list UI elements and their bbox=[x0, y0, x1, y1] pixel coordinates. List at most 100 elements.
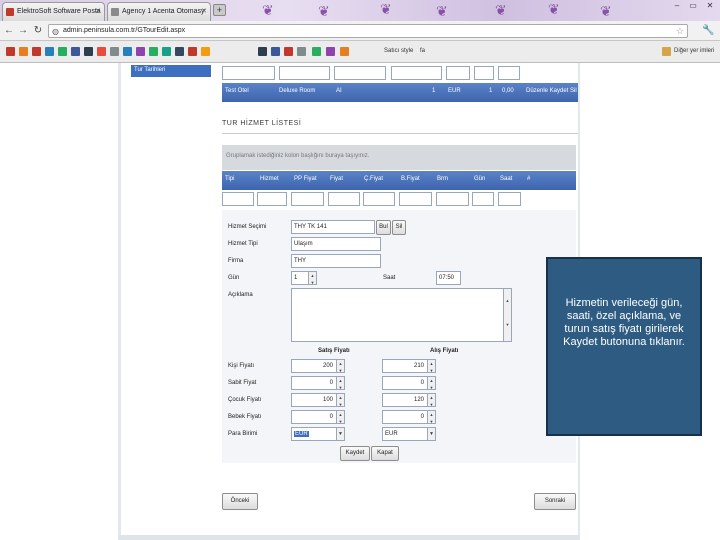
baby-sale-stepper[interactable]: 0 ▲ ▼ bbox=[291, 410, 345, 424]
bookmark-icon[interactable] bbox=[175, 47, 184, 56]
bookmark-icon[interactable] bbox=[6, 47, 15, 56]
bookmark-icon[interactable] bbox=[162, 47, 171, 56]
person-purchase-stepper[interactable]: 210 ▲ ▼ bbox=[382, 359, 436, 373]
group-panel[interactable]: Gruplamak istediğiniz kolon başlığını bu… bbox=[222, 145, 576, 170]
sidebar-link-tour-dates[interactable]: Tur Tarihleri bbox=[131, 65, 211, 77]
company-input[interactable]: THY bbox=[291, 254, 381, 268]
filter-input[interactable] bbox=[391, 66, 442, 80]
filter-input[interactable] bbox=[498, 66, 520, 80]
table-row[interactable]: Test Otel Deluxe Room AI 1 EUR 1 0,00 Dü… bbox=[222, 83, 578, 102]
bookmark-icon[interactable] bbox=[71, 47, 80, 56]
filter-input[interactable] bbox=[222, 66, 275, 80]
col-price[interactable]: Fiyat bbox=[330, 176, 343, 182]
bookmark-icon[interactable] bbox=[188, 47, 197, 56]
filter-input[interactable] bbox=[257, 192, 287, 206]
bookmark-icon[interactable] bbox=[32, 47, 41, 56]
service-type-input[interactable]: Ulaşım bbox=[291, 237, 381, 251]
close-window-icon[interactable]: ✕ bbox=[703, 1, 717, 12]
bookmark-icon[interactable] bbox=[297, 47, 306, 56]
fixed-purchase-stepper[interactable]: 0 ▲ ▼ bbox=[382, 376, 436, 390]
spinner-icon[interactable]: ▲ ▼ bbox=[427, 394, 435, 406]
time-input[interactable]: 07:50 bbox=[436, 271, 461, 285]
reload-icon[interactable]: ↻ bbox=[32, 25, 44, 37]
col-pp-price[interactable]: PP Fiyat bbox=[294, 176, 317, 182]
bookmark-icon[interactable] bbox=[340, 47, 349, 56]
bookmark-icon[interactable] bbox=[312, 47, 321, 56]
spinner-icon[interactable]: ▲ ▼ bbox=[336, 360, 344, 372]
cell-actions[interactable]: Düzenle Kaydet Sil bbox=[526, 88, 577, 94]
spinner-icon[interactable]: ▲ ▼ bbox=[427, 377, 435, 389]
close-button[interactable]: Kapat bbox=[371, 446, 399, 461]
chevron-down-icon[interactable]: ▼ bbox=[427, 428, 435, 440]
col-unit[interactable]: Brm bbox=[437, 176, 448, 182]
filter-input[interactable] bbox=[436, 192, 469, 206]
bookmark-icon[interactable] bbox=[58, 47, 67, 56]
bookmark-icon[interactable] bbox=[19, 47, 28, 56]
minimize-icon[interactable]: – bbox=[670, 1, 684, 12]
filter-input[interactable] bbox=[474, 66, 494, 80]
filter-input[interactable] bbox=[472, 192, 494, 206]
tab-email[interactable]: ElektroSoft Software Posta ✕ bbox=[2, 2, 105, 21]
bookmark-icon[interactable] bbox=[45, 47, 54, 56]
filter-input[interactable] bbox=[399, 192, 432, 206]
spinner-icon[interactable]: ▲ ▼ bbox=[336, 411, 344, 423]
filter-input[interactable] bbox=[222, 192, 254, 206]
col-time[interactable]: Saat bbox=[500, 176, 512, 182]
spinner-icon[interactable]: ▲ ▼ bbox=[427, 411, 435, 423]
other-bookmarks[interactable]: Diğer yer imleri bbox=[674, 48, 714, 54]
find-button[interactable]: Bul bbox=[376, 220, 391, 235]
bookmark-icon[interactable] bbox=[84, 47, 93, 56]
bookmark-label[interactable]: fa bbox=[420, 48, 425, 54]
filter-input[interactable] bbox=[291, 192, 324, 206]
delete-button[interactable]: Sil bbox=[392, 220, 406, 235]
spinner-icon[interactable]: ▲ ▼ bbox=[336, 377, 344, 389]
col-type[interactable]: Tipi bbox=[225, 176, 234, 182]
bookmark-label[interactable]: Satıcı style bbox=[384, 48, 413, 54]
bookmark-icon[interactable] bbox=[201, 47, 210, 56]
bookmark-icon[interactable] bbox=[284, 47, 293, 56]
baby-purchase-stepper[interactable]: 0 ▲ ▼ bbox=[382, 410, 436, 424]
previous-button[interactable]: Önceki bbox=[222, 493, 258, 510]
spinner-icon[interactable]: ▲ ▼ bbox=[336, 394, 344, 406]
bookmark-icon[interactable] bbox=[326, 47, 335, 56]
bookmark-icon[interactable] bbox=[136, 47, 145, 56]
forward-arrow-icon[interactable]: → bbox=[17, 25, 29, 37]
bookmark-icon[interactable] bbox=[258, 47, 267, 56]
bookmark-icon[interactable] bbox=[110, 47, 119, 56]
service-select-input[interactable]: THY TK 141 bbox=[291, 220, 375, 234]
star-icon[interactable]: ☆ bbox=[676, 26, 684, 37]
currency-purchase-select[interactable]: EUR ▼ bbox=[382, 427, 436, 441]
back-arrow-icon[interactable]: ← bbox=[3, 25, 15, 37]
spinner-icon[interactable]: ▲ ▼ bbox=[427, 360, 435, 372]
close-icon[interactable]: ✕ bbox=[95, 7, 101, 15]
filter-input[interactable] bbox=[446, 66, 470, 80]
day-stepper[interactable]: 1 ▲ ▼ bbox=[291, 271, 317, 285]
child-purchase-stepper[interactable]: 120 ▲ ▼ bbox=[382, 393, 436, 407]
bookmark-icon[interactable] bbox=[271, 47, 280, 56]
save-button[interactable]: Kaydet bbox=[340, 446, 370, 461]
bookmark-icon[interactable] bbox=[149, 47, 158, 56]
child-sale-stepper[interactable]: 100 ▲ ▼ bbox=[291, 393, 345, 407]
filter-input[interactable] bbox=[363, 192, 395, 206]
filter-input[interactable] bbox=[279, 66, 330, 80]
bookmark-icon[interactable] bbox=[97, 47, 106, 56]
scrollbar[interactable]: ▲ ▼ bbox=[503, 289, 511, 341]
wrench-icon[interactable]: 🔧 bbox=[702, 25, 714, 36]
filter-input[interactable] bbox=[498, 192, 521, 206]
col-day[interactable]: Gün bbox=[474, 176, 485, 182]
spinner-icon[interactable]: ▲ ▼ bbox=[308, 272, 316, 284]
next-button[interactable]: Sonraki bbox=[534, 493, 576, 510]
col-child-price[interactable]: Ç.Fiyat bbox=[364, 176, 383, 182]
person-sale-stepper[interactable]: 200 ▲ ▼ bbox=[291, 359, 345, 373]
currency-sale-select[interactable]: EUR ▼ bbox=[291, 427, 345, 441]
chevron-down-icon[interactable]: ▼ bbox=[336, 428, 344, 440]
tab-agency[interactable]: Agency 1 Acenta Otomasy ✕ bbox=[107, 2, 211, 21]
filter-input[interactable] bbox=[334, 66, 386, 80]
bookmark-icon[interactable] bbox=[123, 47, 132, 56]
col-service[interactable]: Hizmet bbox=[260, 176, 279, 182]
filter-input[interactable] bbox=[328, 192, 360, 206]
maximize-icon[interactable]: ▭ bbox=[686, 1, 700, 12]
col-baby-price[interactable]: B.Fiyat bbox=[401, 176, 420, 182]
description-textarea[interactable]: ▲ ▼ bbox=[291, 288, 512, 342]
close-icon[interactable]: ✕ bbox=[201, 7, 207, 15]
